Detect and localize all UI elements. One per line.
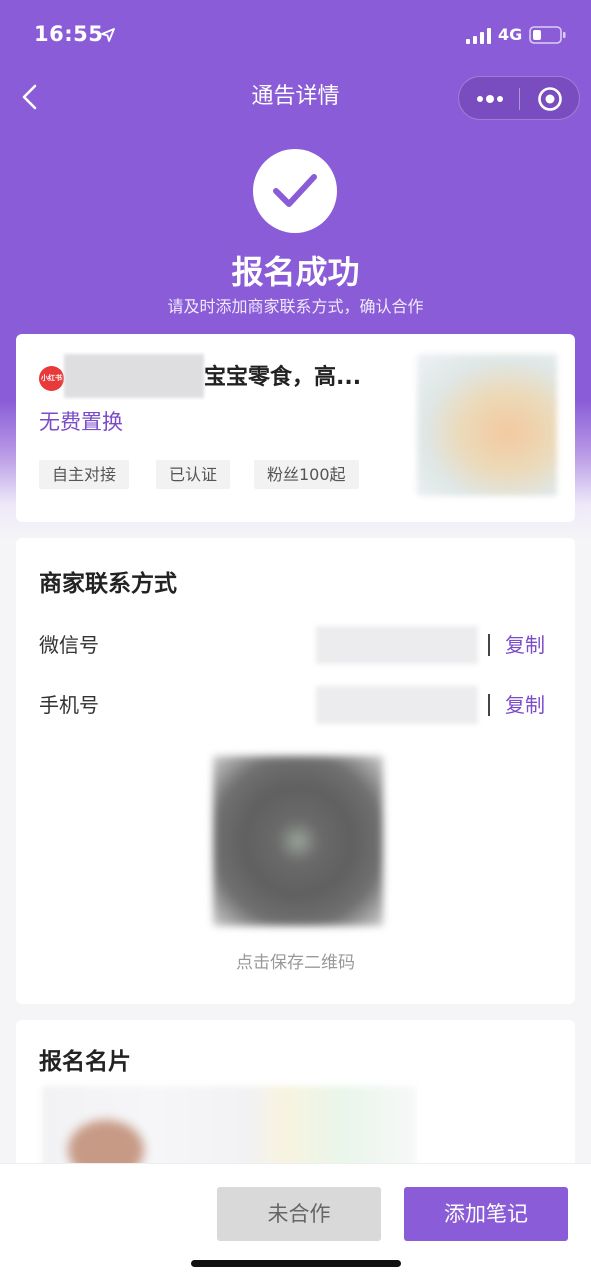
notice-reward: 无费置换	[39, 410, 123, 434]
section-title: 报名名片	[39, 1049, 131, 1075]
signal-icon	[466, 28, 491, 44]
status-time: 16:55	[34, 22, 104, 46]
target-icon[interactable]	[537, 86, 563, 112]
tag: 已认证	[156, 460, 231, 489]
check-icon	[273, 174, 317, 207]
home-indicator	[191, 1260, 401, 1267]
status-bar: 16:55 4G	[0, 0, 591, 70]
success-subtitle: 请及时添加商家联系方式，确认合作	[167, 297, 424, 316]
platform-logo: 小红书	[39, 366, 64, 391]
notice-title: 宝宝零食，高...	[204, 365, 362, 390]
tag: 粉丝100起	[254, 460, 359, 489]
success-title: 报名成功	[231, 253, 360, 291]
copy-phone-button[interactable]: 复制	[505, 690, 545, 720]
tag: 自主对接	[39, 460, 130, 489]
not-cooperated-button[interactable]: 未合作	[217, 1187, 381, 1241]
notice-card[interactable]: 小红书 宝宝零食，高... 无费置换 自主对接 已认证 粉丝100起	[16, 334, 575, 522]
success-check	[253, 149, 337, 233]
location-arrow-icon	[101, 28, 115, 42]
copy-separator	[488, 694, 490, 716]
notice-thumbnail	[417, 354, 557, 496]
copy-wechat-button[interactable]: 复制	[505, 630, 545, 660]
redacted-merchant-name	[64, 354, 204, 398]
qr-save-hint[interactable]: 点击保存二维码	[16, 950, 575, 976]
wechat-label: 微信号	[39, 633, 99, 657]
phone-label: 手机号	[39, 693, 99, 717]
section-title: 商家联系方式	[39, 571, 177, 597]
add-note-button[interactable]: 添加笔记	[404, 1187, 568, 1241]
redacted-wechat-id	[316, 626, 478, 664]
mini-program-capsule	[458, 76, 580, 120]
qr-code-image[interactable]	[213, 756, 383, 926]
capsule-divider	[519, 88, 520, 110]
bottom-action-bar: 未合作 添加笔记	[0, 1164, 591, 1280]
battery-icon	[529, 26, 566, 44]
page: 16:55 4G 通告详情 报名成功 请及时添加商家联系方式，确认合作 小红书 …	[0, 0, 591, 1280]
contact-card: 商家联系方式 微信号 复制 手机号 复制 点击保存二维码	[16, 538, 575, 1004]
network-label: 4G	[498, 25, 523, 44]
more-dots-icon[interactable]	[475, 89, 505, 109]
redacted-phone-number	[316, 686, 478, 724]
copy-separator	[488, 634, 490, 656]
